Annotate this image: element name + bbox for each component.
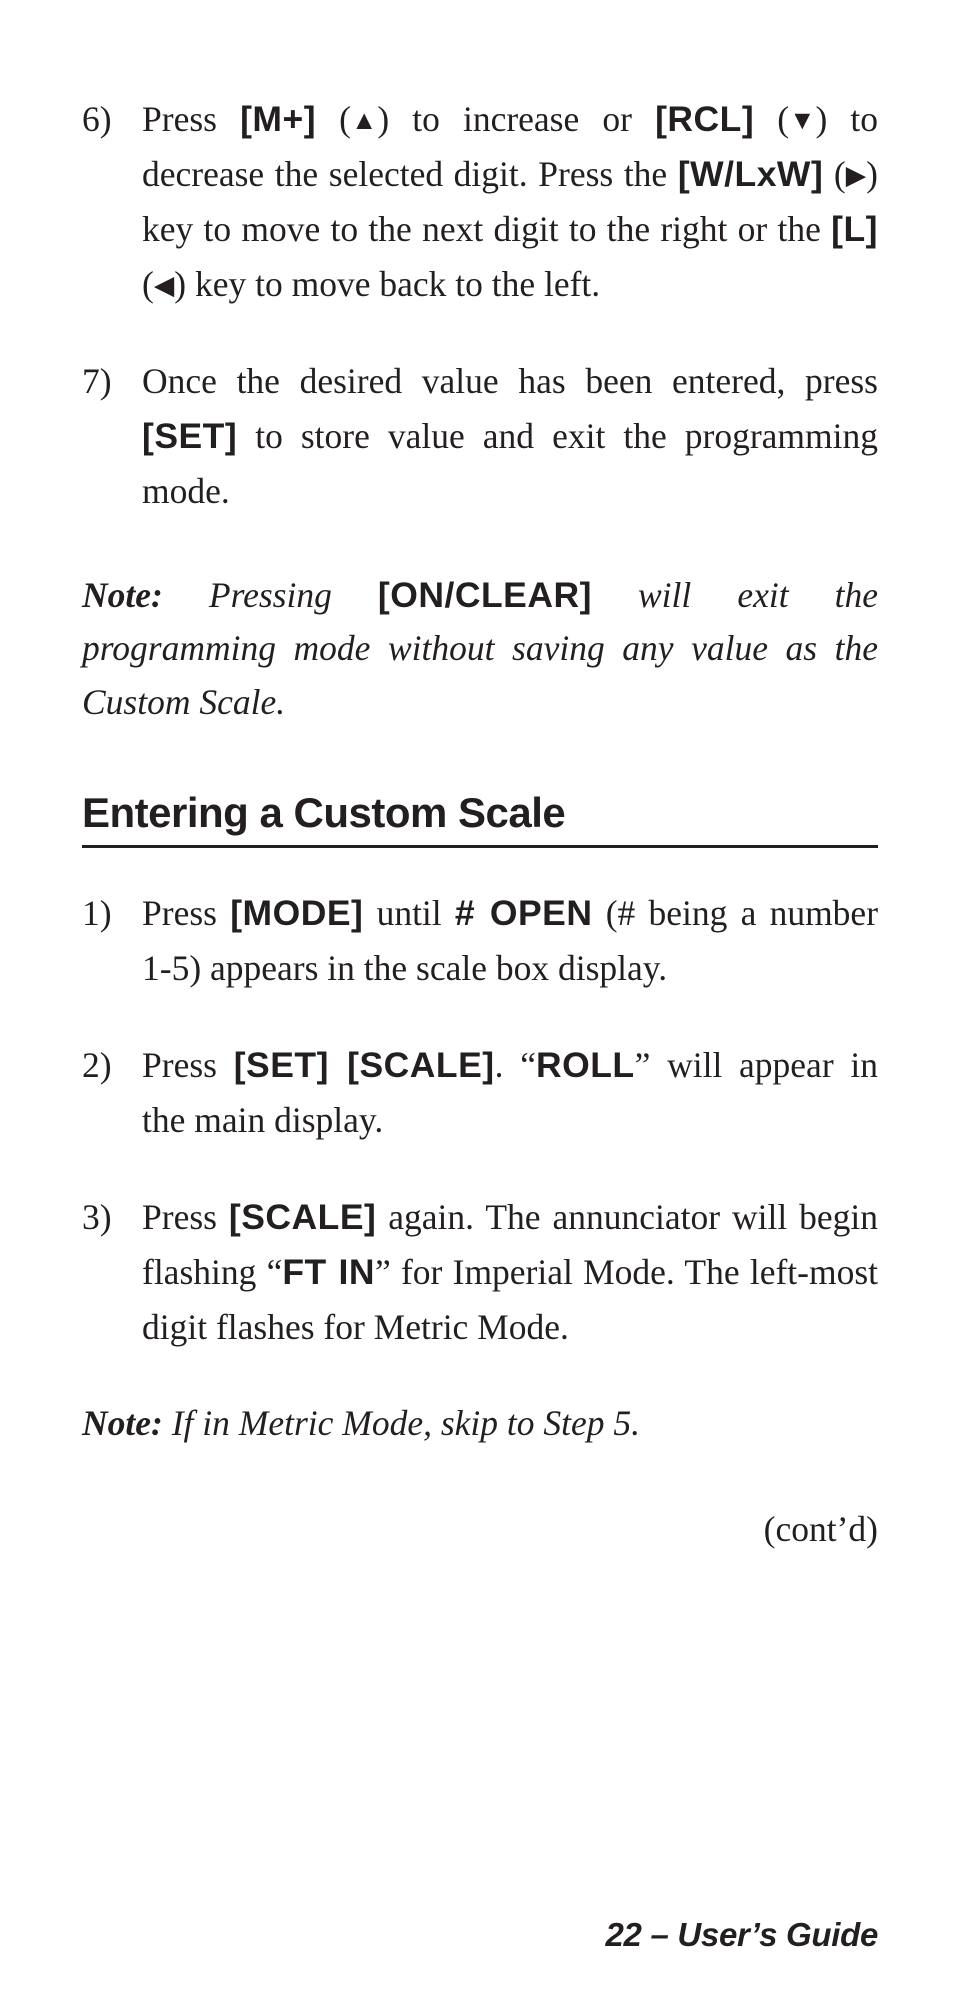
text-run: ) key to move back to the left.	[174, 264, 600, 304]
arrow-icon: ◀	[154, 272, 174, 299]
list-second: 1)Press [MODE] until # OPEN (# being a n…	[82, 886, 878, 1355]
arrow-icon: ▲	[351, 107, 377, 134]
key-label: [RCL]	[655, 99, 754, 139]
key-label: [SET]	[142, 416, 237, 456]
key-label: [MODE]	[230, 893, 363, 933]
text-run: Press	[142, 99, 240, 139]
list-item: 6)Press [M+] (▲) to increase or [RCL] (▼…	[82, 92, 878, 312]
list-item-marker: 1)	[82, 886, 142, 996]
list-item-body: Press [SCALE] again. The annunciator wil…	[142, 1190, 878, 1355]
list-item-body: Press [MODE] until # OPEN (# being a num…	[142, 886, 878, 996]
heading-rule	[82, 845, 878, 848]
text-run: (	[823, 154, 845, 194]
list-item: 2)Press [SET] [SCALE]. “ROLL” will appea…	[82, 1038, 878, 1148]
note-2: Note: If in Metric Mode, skip to Step 5.	[82, 1397, 878, 1450]
key-label: [M+]	[240, 99, 316, 139]
text-run: (	[754, 99, 789, 139]
note-2-label: Note:	[82, 1403, 163, 1443]
text-run: to store value and exit the programming …	[142, 416, 878, 511]
text-run: . “	[495, 1045, 536, 1085]
arrow-icon: ▶	[846, 162, 866, 189]
list-item-body: Once the desired value has been entered,…	[142, 354, 878, 519]
key-label: [W/LxW]	[678, 154, 823, 194]
list-item-marker: 2)	[82, 1038, 142, 1148]
list-top: 6)Press [M+] (▲) to increase or [RCL] (▼…	[82, 92, 878, 519]
text-run: ) to increase or	[377, 99, 655, 139]
list-item-marker: 3)	[82, 1190, 142, 1355]
text-run: (	[142, 264, 154, 304]
key-label: [SCALE]	[229, 1197, 376, 1237]
list-item-marker: 6)	[82, 92, 142, 312]
page-footer: 22 – User’s Guide	[606, 1916, 879, 1954]
key-label: ROLL	[536, 1045, 635, 1085]
text-run: Press	[142, 893, 230, 933]
note-1-body: Pressing [ON/CLEAR] will exit the progra…	[82, 575, 878, 722]
contd: (cont’d)	[82, 1508, 878, 1550]
arrow-icon: ▼	[789, 107, 815, 134]
list-item-marker: 7)	[82, 354, 142, 519]
note-1-label: Note:	[82, 575, 163, 615]
text-run: (	[316, 99, 351, 139]
key-label: [ON/CLEAR]	[378, 575, 592, 615]
text-run: Press	[142, 1197, 229, 1237]
text-run: until	[363, 893, 455, 933]
list-item: 3)Press [SCALE] again. The annunciator w…	[82, 1190, 878, 1355]
key-label: # OPEN	[455, 893, 593, 933]
list-item-body: Press [SET] [SCALE]. “ROLL” will appear …	[142, 1038, 878, 1148]
text-run: Pressing	[163, 575, 378, 615]
list-item: 7)Once the desired value has been entere…	[82, 354, 878, 519]
list-item: 1)Press [MODE] until # OPEN (# being a n…	[82, 886, 878, 996]
key-label: [L]	[831, 209, 878, 249]
note-2-body: If in Metric Mode, skip to Step 5.	[163, 1403, 640, 1443]
page: 6)Press [M+] (▲) to increase or [RCL] (▼…	[0, 0, 954, 2006]
list-item-body: Press [M+] (▲) to increase or [RCL] (▼) …	[142, 92, 878, 312]
text-run: Once the desired value has been entered,…	[142, 361, 878, 401]
key-label: FT IN	[282, 1252, 375, 1292]
note-1: Note: Pressing [ON/CLEAR] will exit the …	[82, 569, 878, 729]
key-label: [SET] [SCALE]	[234, 1045, 495, 1085]
heading-entering-custom-scale: Entering a Custom Scale	[82, 789, 878, 837]
text-run: Press	[142, 1045, 234, 1085]
